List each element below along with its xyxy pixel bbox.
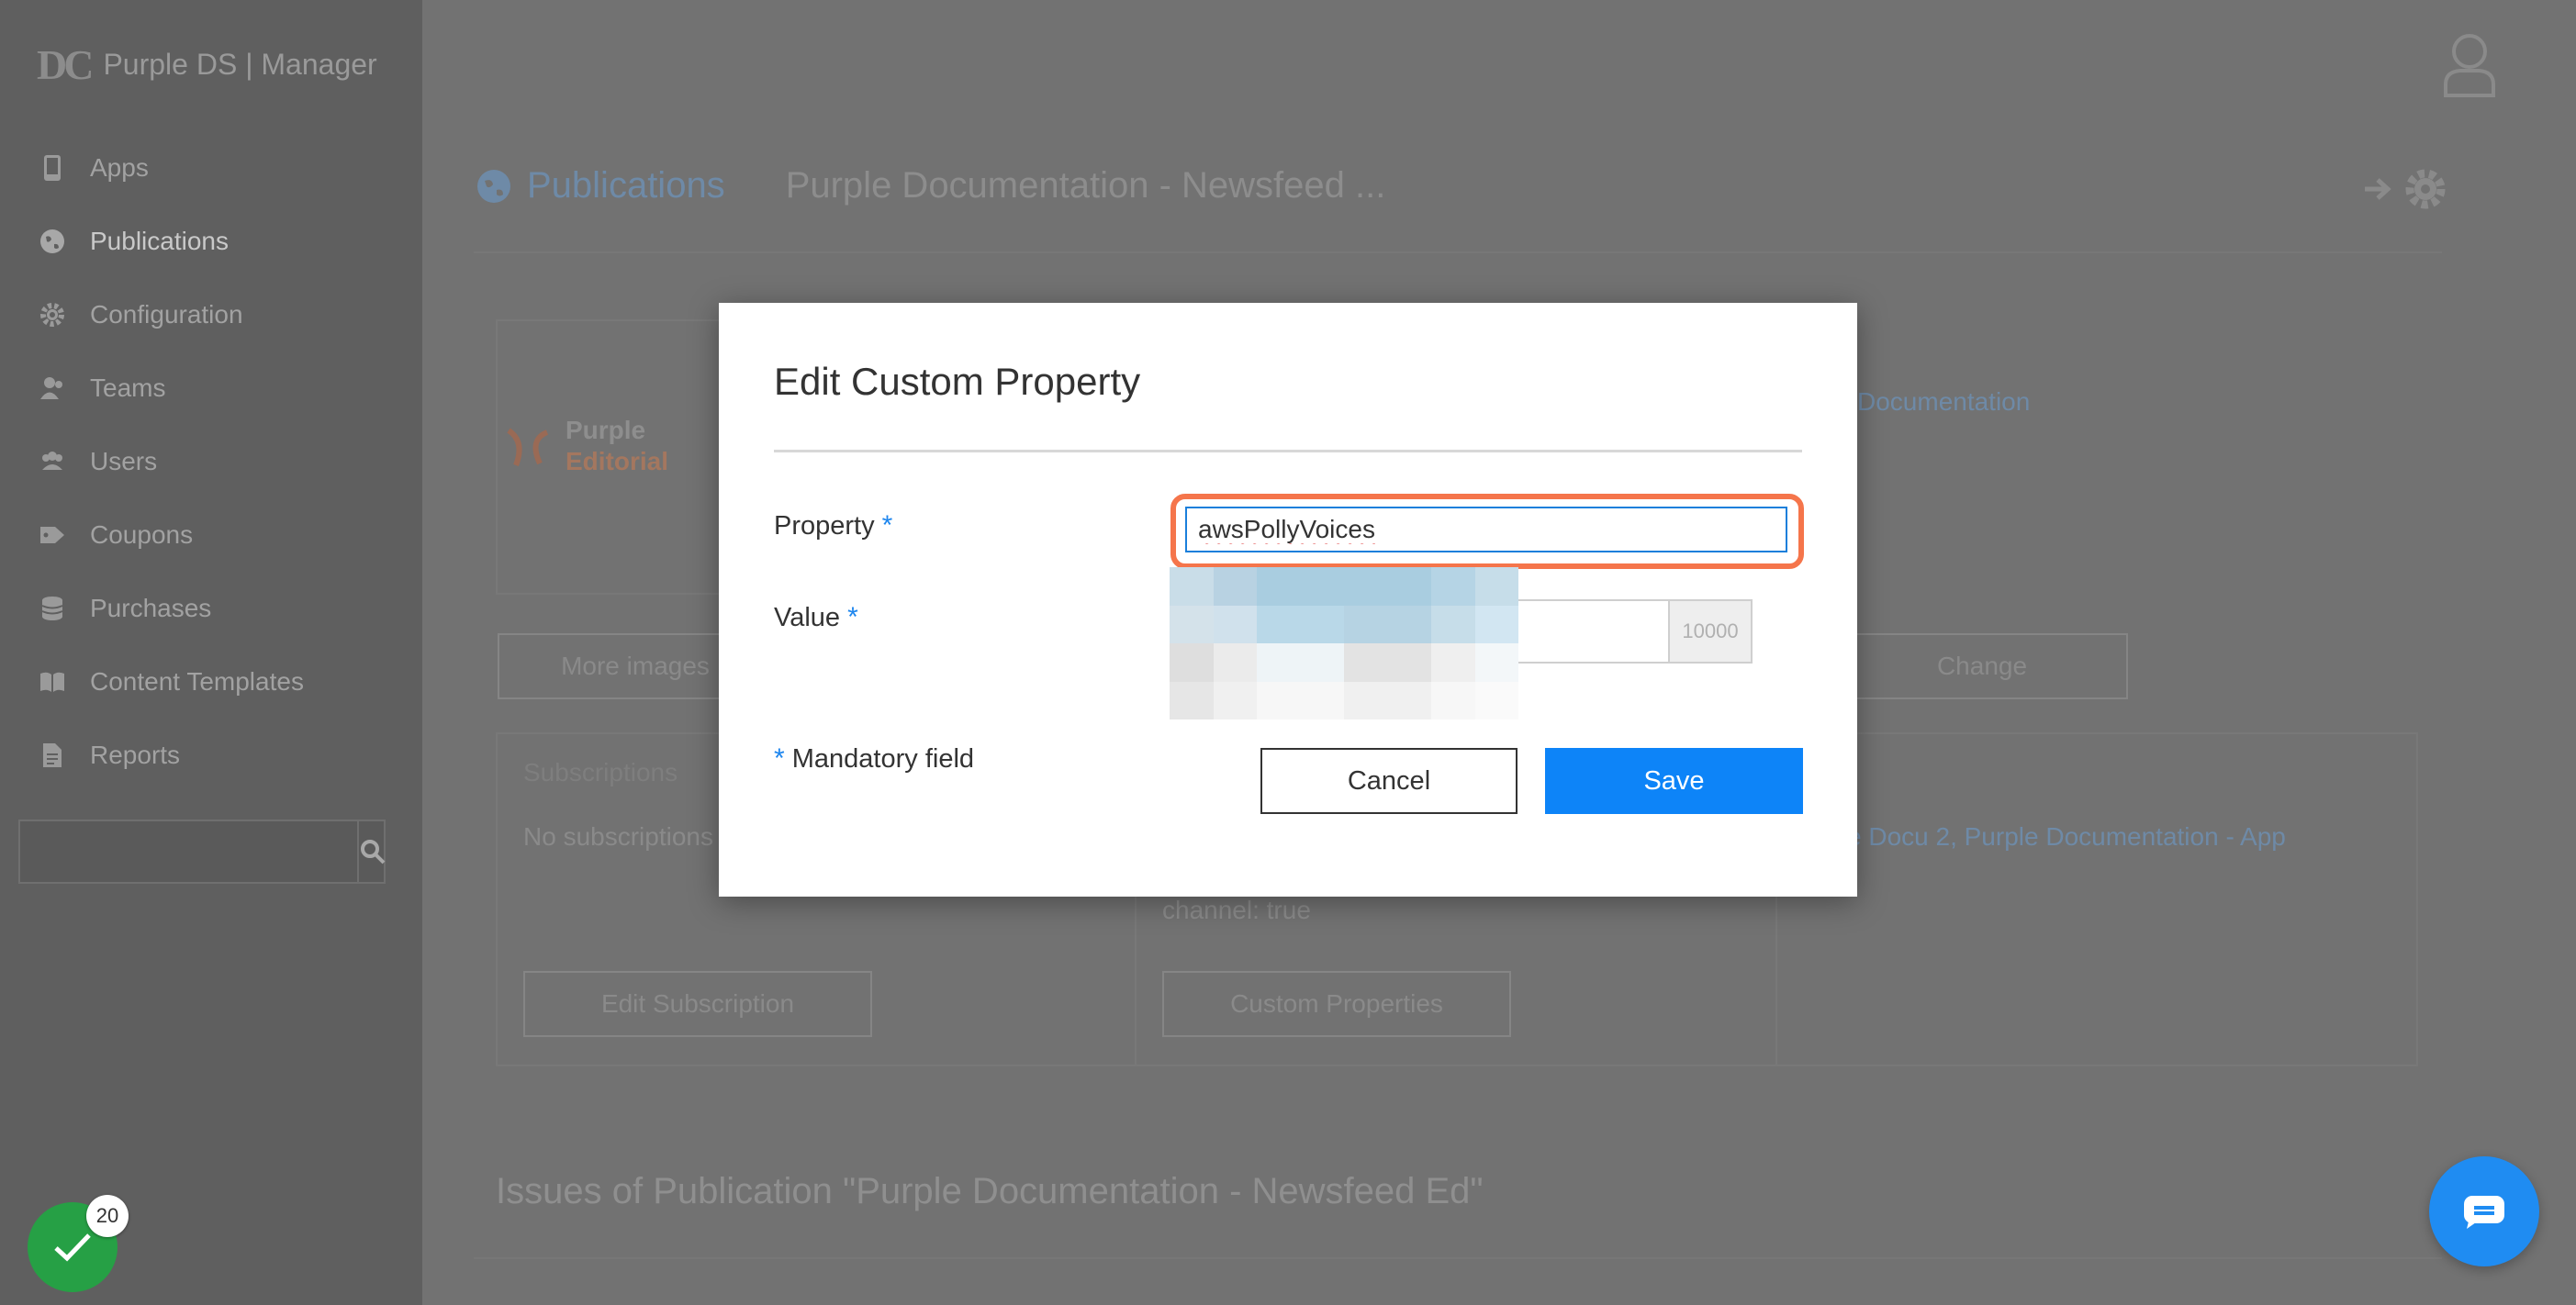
no-subscriptions-text: No subscriptions [523, 822, 713, 851]
value-label: Value * [774, 602, 858, 633]
edit-custom-property-dialog: Edit Custom Property Property * Value * … [719, 303, 1857, 897]
mandatory-field-text: Mandatory field [791, 744, 975, 774]
sidebar-item-label: Apps [90, 153, 149, 182]
sidebar-item-label: Users [90, 447, 158, 475]
value-char-counter: 10000 [1668, 599, 1753, 664]
documentation-link[interactable]: Documentation [1857, 387, 2030, 417]
sidebar-item-label: Teams [90, 374, 166, 402]
sidebar-search-button[interactable] [357, 821, 386, 882]
check-icon [54, 1233, 91, 1262]
sidebar-search-input[interactable] [20, 821, 357, 882]
links-card [1775, 732, 2418, 1066]
publication-logo: Purple Editorial [503, 415, 668, 477]
channel-text: channel: true [1162, 896, 1311, 924]
property-label-text: Property [774, 511, 875, 541]
sidebar-item-users[interactable]: Users [0, 425, 422, 498]
edit-subscription-button[interactable]: Edit Subscription [523, 971, 872, 1037]
logo-text-purple: Purple [566, 416, 646, 444]
save-button[interactable]: Save [1545, 748, 1803, 814]
sidebar-item-purchases[interactable]: Purchases [0, 572, 422, 645]
database-icon [39, 595, 66, 622]
dialog-title: Edit Custom Property [774, 360, 1141, 403]
globe-icon [39, 228, 66, 255]
arrow-right-icon[interactable] [2363, 175, 2392, 203]
sidebar-search [18, 820, 386, 884]
breadcrumb-publications[interactable]: Publications [476, 165, 725, 206]
sidebar-item-label: Publications [90, 227, 229, 255]
sidebar-item-reports[interactable]: Reports [0, 719, 422, 792]
purple-logo-icon [507, 428, 549, 467]
required-asterisk: * [774, 743, 785, 774]
sidebar-item-publications[interactable]: Publications [0, 205, 422, 278]
sidebar-item-label: Configuration [90, 300, 243, 329]
search-icon [361, 840, 386, 864]
breadcrumb-publications-label: Publications [527, 165, 725, 206]
dialog-divider [774, 450, 1802, 452]
phone-icon [39, 154, 66, 182]
required-asterisk: * [847, 602, 858, 632]
notification-count-badge: 20 [86, 1195, 129, 1237]
mandatory-field-note: * Mandatory field [774, 743, 974, 775]
sidebar-nav: Apps Publications Configuration Teams Us… [0, 131, 422, 792]
sidebar-item-configuration[interactable]: Configuration [0, 278, 422, 351]
users-icon [39, 448, 66, 475]
sidebar-item-label: Content Templates [90, 667, 304, 696]
subscriptions-heading: Subscriptions [523, 758, 678, 786]
header-tools [2363, 167, 2447, 211]
brand[interactable]: DC Purple DS | Manager [37, 40, 377, 89]
document-icon [39, 742, 66, 769]
tag-icon [39, 521, 66, 549]
header-divider [474, 251, 2442, 253]
chat-button[interactable] [2429, 1156, 2539, 1266]
page-header: Publications Purple Documentation - News… [476, 165, 1385, 206]
sidebar-item-content-templates[interactable]: Content Templates [0, 645, 422, 719]
chat-icon [2464, 1196, 2504, 1229]
value-label-text: Value [774, 603, 841, 632]
sidebar-item-label: Reports [90, 741, 181, 769]
sidebar-item-label: Coupons [90, 520, 194, 549]
property-label: Property * [774, 510, 892, 541]
globe-icon [477, 169, 510, 203]
sidebar: DC Purple DS | Manager Apps Publications… [0, 0, 422, 1305]
issues-heading: Issues of Publication "Purple Documentat… [496, 1171, 1484, 1211]
property-input[interactable] [1185, 507, 1787, 552]
page-title: Purple Documentation - Newsfeed ... [785, 165, 1386, 206]
sidebar-item-teams[interactable]: Teams [0, 351, 422, 425]
user-profile-icon[interactable] [2442, 31, 2497, 99]
logo-text-editorial: Editorial [566, 447, 669, 475]
cancel-button[interactable]: Cancel [1260, 748, 1518, 814]
sidebar-item-label: Purchases [90, 594, 212, 622]
required-asterisk: * [881, 510, 893, 541]
change-button[interactable]: Change [1836, 633, 2128, 699]
book-icon [39, 668, 66, 696]
gear-icon[interactable] [2403, 167, 2447, 211]
sidebar-item-apps[interactable]: Apps [0, 131, 422, 205]
sidebar-item-coupons[interactable]: Coupons [0, 498, 422, 572]
team-icon [39, 374, 66, 402]
gear-icon [39, 301, 66, 329]
autocomplete-suggestions-blurred[interactable] [1170, 567, 1518, 719]
custom-properties-button[interactable]: Custom Properties [1162, 971, 1511, 1037]
brand-logo: DC [37, 41, 94, 88]
publication-links[interactable]: e Docu 2, Purple Documentation - App [1847, 822, 2286, 852]
issues-divider [474, 1257, 2442, 1259]
brand-name: Purple DS | Manager [103, 48, 377, 81]
